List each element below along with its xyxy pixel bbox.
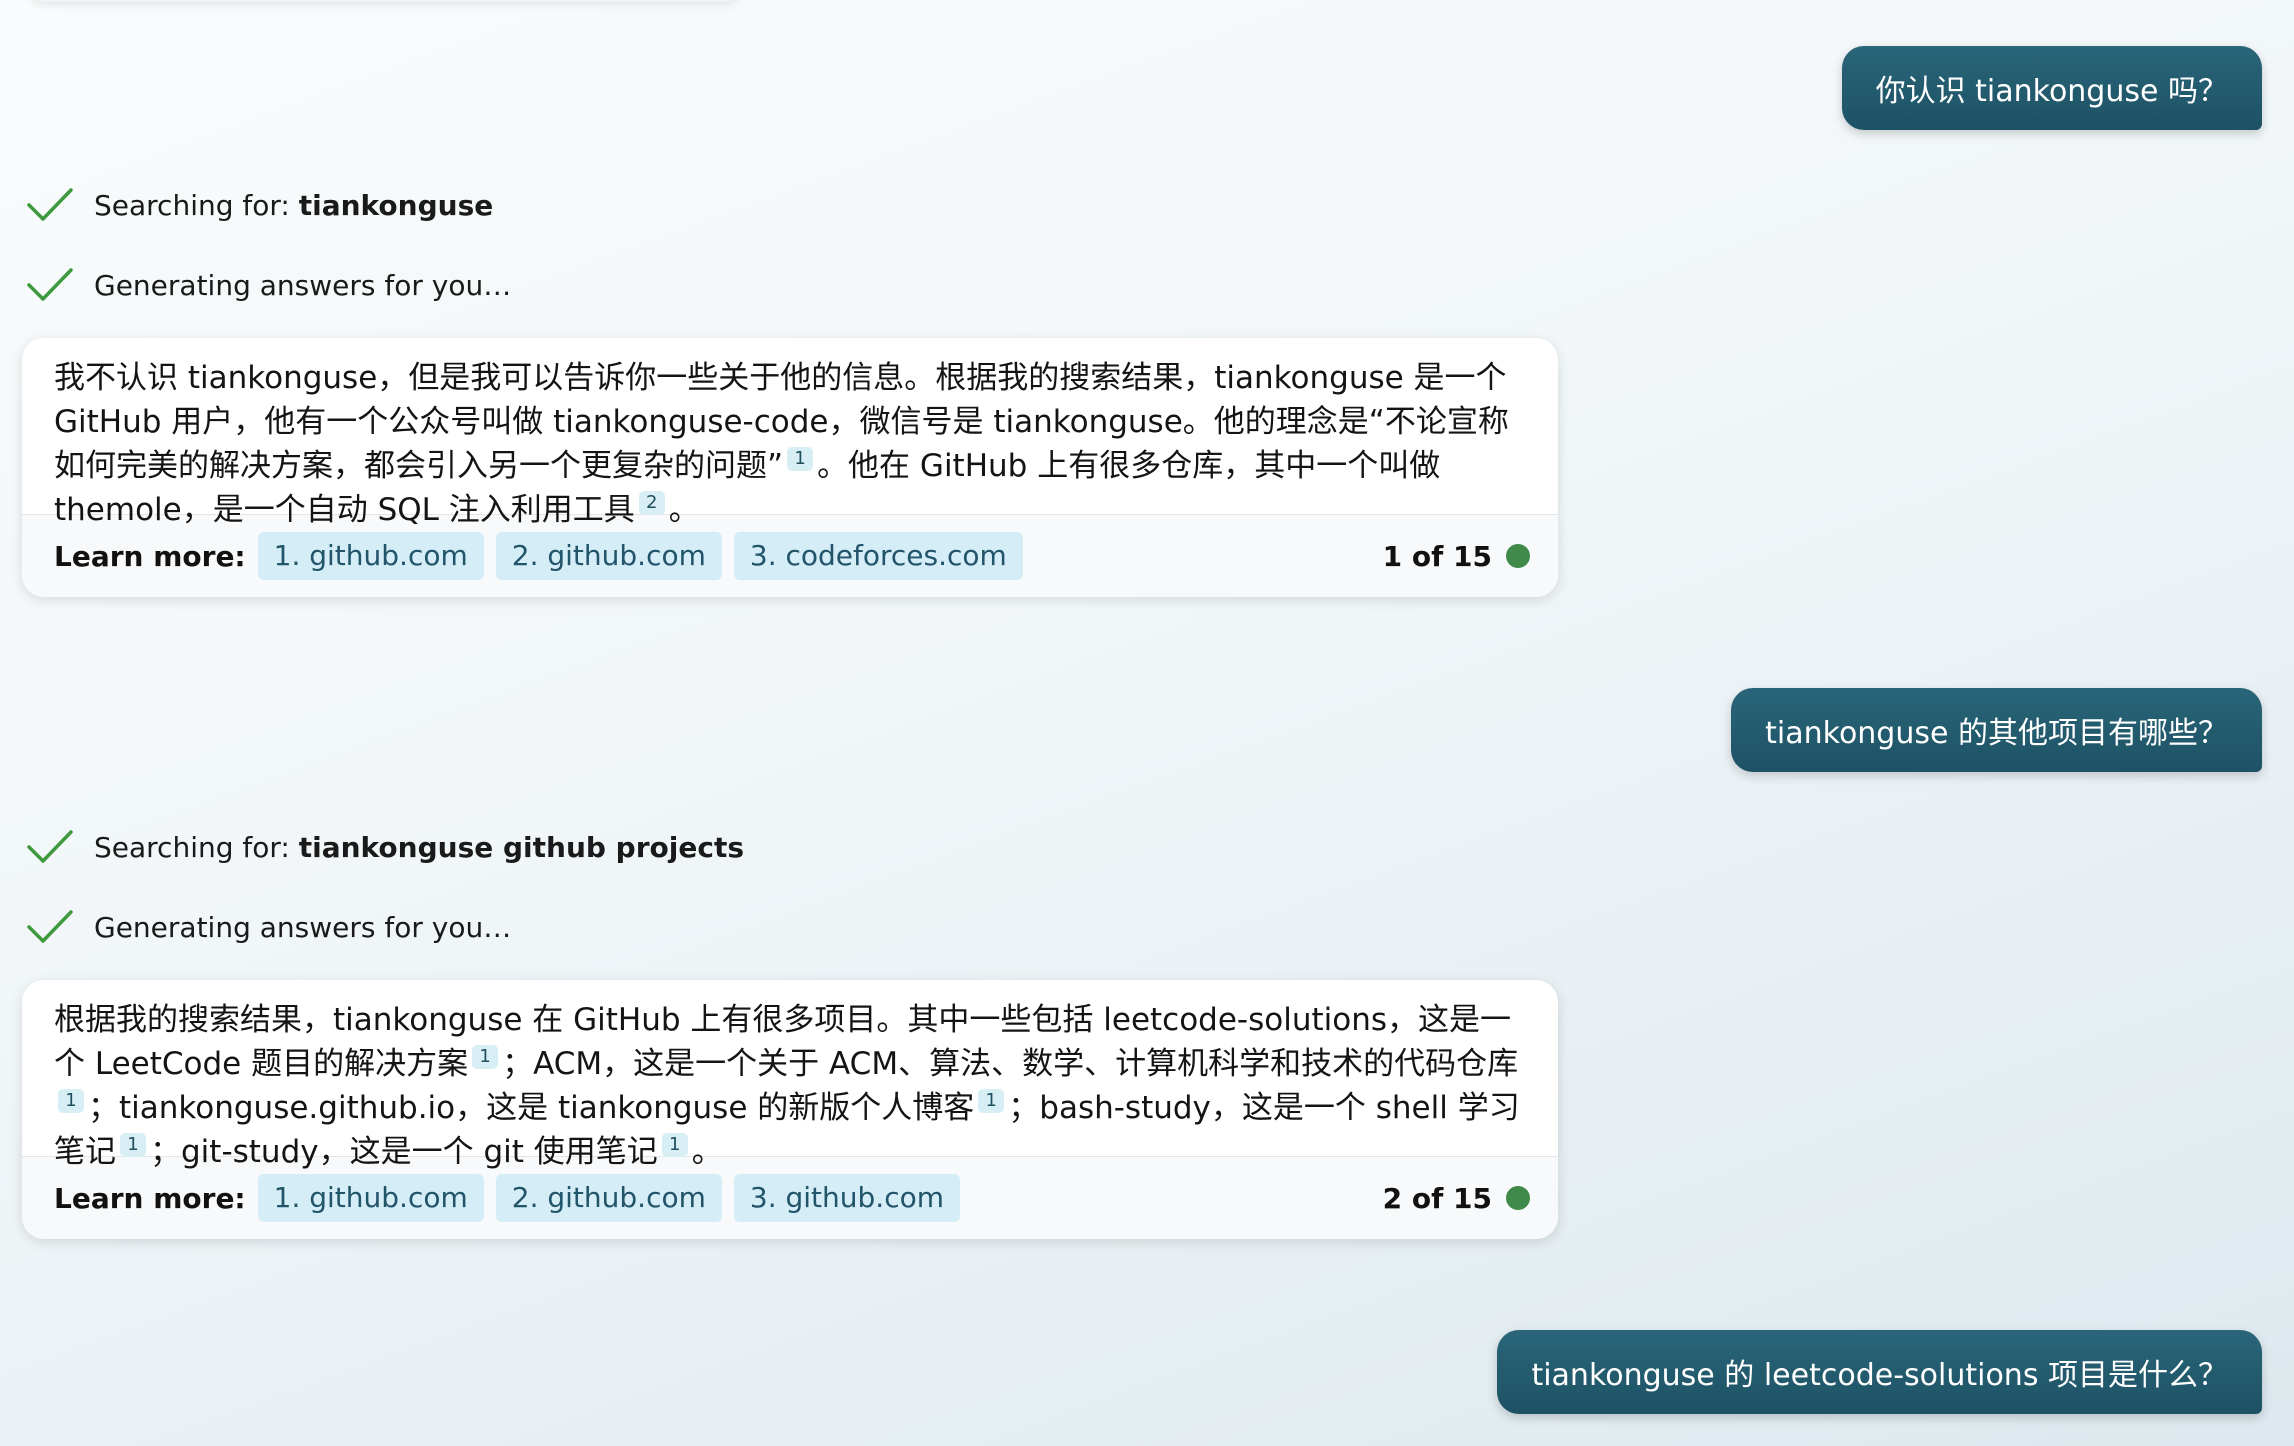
citation-badge[interactable]: 1 bbox=[787, 447, 814, 471]
checkmark-icon bbox=[27, 268, 73, 301]
source-link[interactable]: 1. github.com bbox=[257, 532, 484, 580]
learn-more-label: Learn more: bbox=[54, 539, 246, 573]
generating-text: Generating answers for you… bbox=[94, 910, 512, 944]
turn-counter: 2 of 15 bbox=[1383, 1182, 1530, 1215]
answer-segment: 。 bbox=[668, 492, 700, 528]
user-message: tiankonguse 的其他项目有哪些？ bbox=[1731, 688, 2262, 772]
user-message: 你认识 tiankonguse 吗？ bbox=[1841, 46, 2262, 130]
search-prefix: Searching for: bbox=[94, 188, 299, 222]
turn-counter: 1 of 15 bbox=[1383, 540, 1530, 573]
citation-badge[interactable]: 1 bbox=[978, 1089, 1005, 1113]
citation-badge[interactable]: 2 bbox=[638, 491, 665, 515]
checkmark-icon bbox=[27, 910, 73, 943]
turn-counter-text: 1 of 15 bbox=[1382, 539, 1492, 573]
search-query: tiankonguse bbox=[298, 188, 494, 222]
turn-counter-text: 2 of 15 bbox=[1382, 1181, 1492, 1215]
answer-card: 我不认识 tiankonguse，但是我可以告诉你一些关于他的信息。根据我的搜索… bbox=[22, 338, 1558, 597]
generating-status: Generating answers for you… bbox=[26, 905, 511, 949]
source-link[interactable]: 2. github.com bbox=[495, 532, 722, 580]
search-prefix: Searching for: bbox=[94, 830, 299, 864]
answer-segment: ；git-study，这是一个 git 使用笔记 bbox=[150, 1134, 658, 1170]
answer-text: 根据我的搜索结果，tiankonguse 在 GitHub 上有很多项目。其中一… bbox=[22, 980, 1558, 1170]
search-query: tiankonguse github projects bbox=[298, 830, 744, 864]
previous-card-edge bbox=[30, 0, 740, 2]
checkmark-icon bbox=[27, 188, 73, 221]
status-dot-icon bbox=[1506, 544, 1530, 568]
learn-more-label: Learn more: bbox=[54, 1181, 246, 1215]
answer-segment: ；ACM，这是一个关于 ACM、算法、数学、计算机科学和技术的代码仓库 bbox=[502, 1046, 1519, 1082]
citation-badge[interactable]: 1 bbox=[120, 1133, 146, 1157]
user-message: tiankonguse 的 leetcode-solutions 项目是什么？ bbox=[1497, 1330, 2262, 1414]
status-dot-icon bbox=[1506, 1186, 1530, 1210]
answer-segment: 。 bbox=[691, 1134, 723, 1170]
citation-badge[interactable]: 1 bbox=[58, 1089, 84, 1113]
source-link[interactable]: 3. github.com bbox=[733, 1174, 960, 1222]
source-link[interactable]: 3. codeforces.com bbox=[733, 532, 1023, 580]
answer-card: 根据我的搜索结果，tiankonguse 在 GitHub 上有很多项目。其中一… bbox=[22, 980, 1558, 1239]
citation-badge[interactable]: 1 bbox=[472, 1045, 499, 1069]
answer-text: 我不认识 tiankonguse，但是我可以告诉你一些关于他的信息。根据我的搜索… bbox=[22, 338, 1558, 528]
answer-segment: ；tiankonguse.github.io，这是 tiankonguse 的新… bbox=[88, 1090, 975, 1126]
search-status: Searching for: tiankonguse github projec… bbox=[26, 825, 744, 869]
search-status: Searching for: tiankonguse bbox=[26, 183, 493, 227]
source-link[interactable]: 1. github.com bbox=[257, 1174, 484, 1222]
generating-text: Generating answers for you… bbox=[94, 268, 512, 302]
source-link[interactable]: 2. github.com bbox=[495, 1174, 722, 1222]
generating-status: Generating answers for you… bbox=[26, 263, 511, 307]
checkmark-icon bbox=[27, 830, 73, 863]
citation-badge[interactable]: 1 bbox=[661, 1133, 688, 1157]
